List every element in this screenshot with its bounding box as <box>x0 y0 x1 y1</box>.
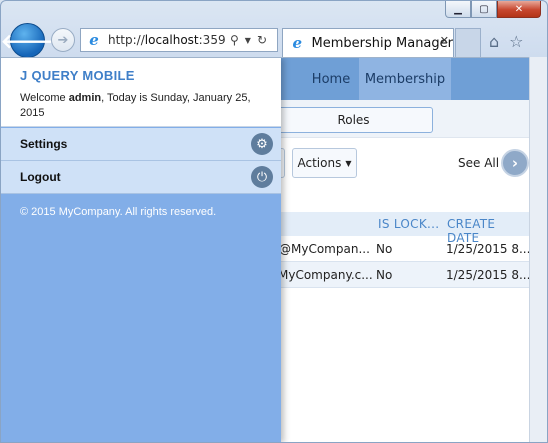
dropdown-arrow-icon[interactable]: ▼ <box>245 36 251 45</box>
actions-label: Actions <box>297 156 342 170</box>
see-all-label[interactable]: See All <box>458 156 499 170</box>
column-header-locked[interactable]: IS LOCK... <box>378 217 439 231</box>
gear-icon: ⚙ <box>251 133 273 155</box>
back-button[interactable]: 🡐 <box>1 23 54 58</box>
tab-title: Membership Manager <box>311 35 453 51</box>
forward-arrow-icon: ➔ <box>57 32 69 48</box>
forward-button[interactable]: ➔ <box>51 28 75 52</box>
close-window-button[interactable]: ✕ <box>497 1 541 18</box>
panel-item-label: Logout <box>20 170 61 184</box>
search-icon[interactable]: ⚲ <box>230 33 239 47</box>
brand-title: J QUERY MOBILE <box>20 68 135 83</box>
actions-button[interactable]: Actions ▼ <box>292 148 357 178</box>
back-arrow-icon: 🡐 <box>0 28 55 53</box>
minimize-button[interactable]: ▁ <box>445 1 471 18</box>
maximize-button[interactable]: ▢ <box>471 1 497 18</box>
cell-locked: No <box>376 242 393 256</box>
panel-item-settings[interactable]: Settings ⚙ <box>1 128 281 161</box>
address-bar[interactable]: e http://localhost:35939/ ⚲ ▼ ↻ <box>80 28 278 52</box>
panel-item-label: Settings <box>20 137 68 151</box>
ie-logo-icon: e <box>89 31 99 49</box>
power-icon: ⏻ <box>251 166 273 188</box>
side-panel: J QUERY MOBILE Welcome admin, Today is S… <box>1 58 281 442</box>
welcome-message: Welcome admin, Today is Sunday, January … <box>20 92 251 119</box>
home-icon[interactable]: ⌂ <box>489 32 499 51</box>
nav-home[interactable]: Home <box>303 58 359 100</box>
see-all-button[interactable]: › <box>501 149 529 177</box>
copyright-footer: © 2015 MyCompany. All rights reserved. <box>20 206 217 218</box>
cell-email: @MyCompan... <box>279 242 370 256</box>
close-tab-icon[interactable]: ✕ <box>440 34 449 47</box>
username: admin <box>68 92 102 104</box>
url-text[interactable]: http://localhost:35939/ <box>108 33 226 47</box>
nav-membership[interactable]: Membership <box>359 58 451 100</box>
title-bar: ▁ ▢ ✕ <box>1 1 547 23</box>
cell-locked: No <box>376 268 393 282</box>
favorites-star-icon[interactable]: ☆ <box>509 32 523 51</box>
panel-item-logout[interactable]: Logout ⏻ <box>1 161 281 194</box>
page-favicon-icon: e <box>292 34 303 52</box>
new-tab-button[interactable] <box>455 28 481 57</box>
window-controls: ▁ ▢ ✕ <box>445 1 541 18</box>
page-viewport: er Home Membership Roles Actions ▼ See A… <box>1 57 529 442</box>
cell-created: 1/25/2015 8... <box>446 268 529 282</box>
chevron-right-icon: › <box>511 154 519 172</box>
vertical-scrollbar[interactable] <box>529 57 547 442</box>
roles-button[interactable]: Roles <box>274 107 433 133</box>
cell-created: 1/25/2015 8... <box>446 242 529 256</box>
refresh-icon[interactable]: ↻ <box>257 33 267 47</box>
caret-down-icon: ▼ <box>345 158 352 168</box>
tab-membership-manager[interactable]: e Membership Manager ✕ <box>282 28 454 57</box>
navigation-bar: 🡐 ➔ e http://localhost:35939/ ⚲ ▼ ↻ e Me… <box>1 23 547 58</box>
panel-header: J QUERY MOBILE Welcome admin, Today is S… <box>1 58 281 127</box>
cell-email: MyCompany.c... <box>278 268 373 282</box>
